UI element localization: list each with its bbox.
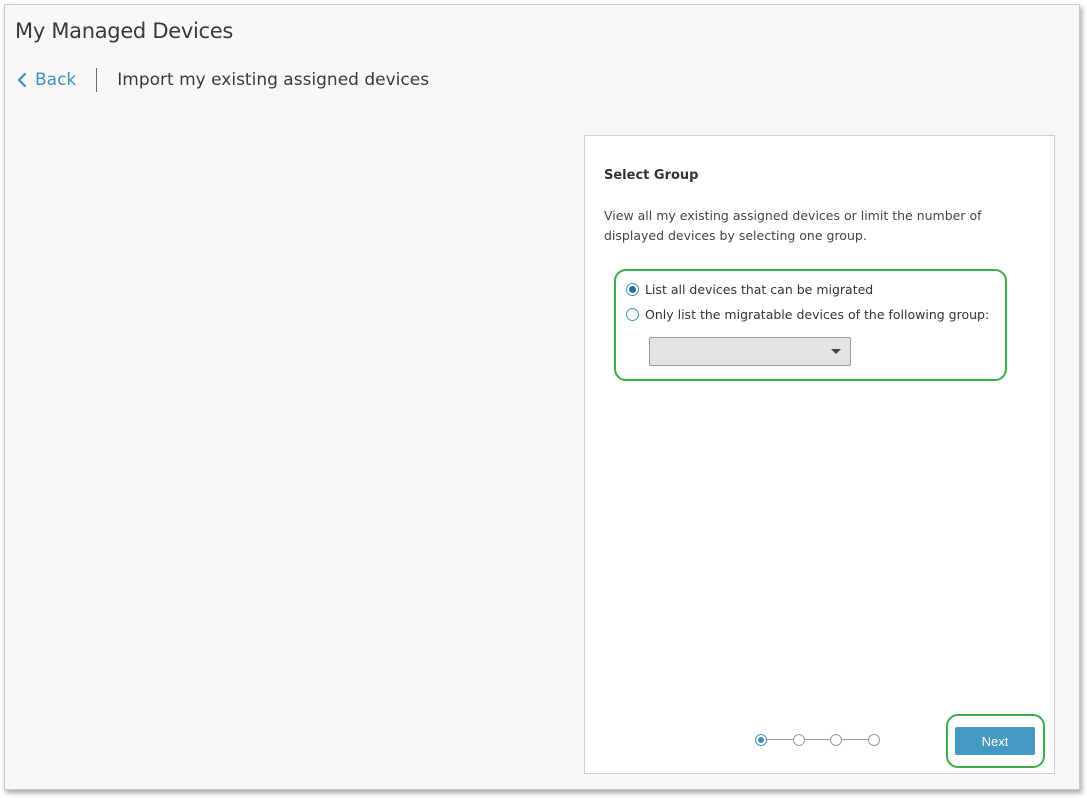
select-group-panel: Select Group View all my existing assign…	[584, 135, 1055, 774]
next-highlight: Next	[946, 714, 1045, 768]
step-dot	[755, 734, 767, 746]
breadcrumb-divider	[96, 68, 98, 92]
app-window: My Managed Devices Back Import my existi…	[4, 4, 1080, 790]
next-button[interactable]: Next	[955, 727, 1035, 755]
step-connector	[766, 739, 793, 740]
radio-label: List all devices that can be migrated	[645, 282, 874, 297]
step-dot	[792, 734, 805, 746]
options-highlight: List all devices that can be migrated On…	[614, 269, 1007, 381]
radio-list-group[interactable]: Only list the migratable devices of the …	[626, 307, 989, 322]
back-label: Back	[35, 70, 77, 90]
back-link[interactable]: Back	[15, 70, 76, 90]
radio-list-all[interactable]: List all devices that can be migrated	[626, 282, 873, 297]
radio-button[interactable]	[626, 283, 639, 296]
step-connector	[803, 739, 830, 740]
page-title: My Managed Devices	[15, 19, 234, 43]
panel-heading: Select Group	[604, 168, 699, 183]
step-indicator	[755, 733, 880, 747]
page-subtitle: Import my existing assigned devices	[117, 70, 430, 90]
group-select[interactable]	[649, 337, 851, 366]
chevron-left-icon	[17, 72, 27, 88]
radio-label: Only list the migratable devices of the …	[645, 307, 990, 322]
breadcrumb: Back Import my existing assigned devices	[15, 67, 429, 93]
radio-button[interactable]	[626, 308, 639, 321]
caret-down-icon	[831, 349, 841, 354]
step-dot	[867, 734, 880, 746]
step-dot	[830, 734, 842, 746]
panel-description: View all my existing assigned devices or…	[604, 208, 982, 243]
step-connector	[841, 739, 868, 740]
